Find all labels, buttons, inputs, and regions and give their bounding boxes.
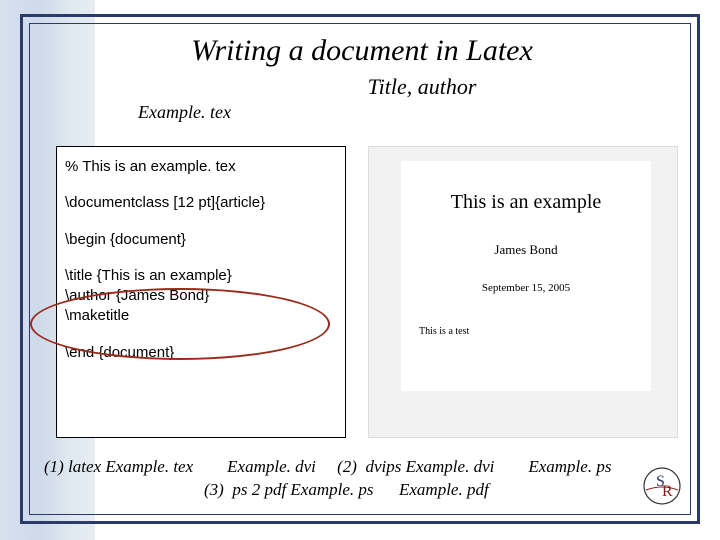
code-author: \author {James Bond} bbox=[65, 286, 337, 306]
code-begin: \begin {document} bbox=[65, 230, 337, 250]
code-title-block: \title {This is an example} \author {Jam… bbox=[65, 266, 337, 327]
code-maketitle: \maketitle bbox=[65, 306, 337, 326]
slide-content: Writing a document in Latex Title, autho… bbox=[38, 30, 686, 510]
slide-subtitle: Title, author bbox=[158, 74, 686, 100]
latex-source-box: % This is an example. tex \documentclass… bbox=[56, 146, 346, 438]
output-page: This is an example James Bond September … bbox=[401, 161, 651, 391]
output-date: September 15, 2005 bbox=[401, 282, 651, 294]
output-title: This is an example bbox=[401, 191, 651, 214]
pipeline-row-2: (3) ps 2 pdf Example. ps Example. pdf bbox=[204, 479, 684, 502]
code-title: \title {This is an example} bbox=[65, 266, 337, 286]
pipeline-row-1: (1) latex Example. tex Example. dvi (2) … bbox=[44, 456, 684, 479]
sr-logo-icon: S R bbox=[642, 466, 682, 506]
code-documentclass: \documentclass [12 pt]{article} bbox=[65, 193, 337, 213]
compile-pipeline: (1) latex Example. tex Example. dvi (2) … bbox=[44, 456, 684, 502]
output-preview-panel: This is an example James Bond September … bbox=[368, 146, 678, 438]
svg-text:R: R bbox=[662, 483, 673, 500]
output-author: James Bond bbox=[401, 242, 651, 258]
source-file-label: Example. tex bbox=[138, 102, 686, 123]
output-body: This is a test bbox=[419, 326, 651, 337]
code-comment: % This is an example. tex bbox=[65, 157, 337, 177]
slide-title: Writing a document in Latex bbox=[38, 34, 686, 68]
code-end: \end {document} bbox=[65, 343, 337, 363]
